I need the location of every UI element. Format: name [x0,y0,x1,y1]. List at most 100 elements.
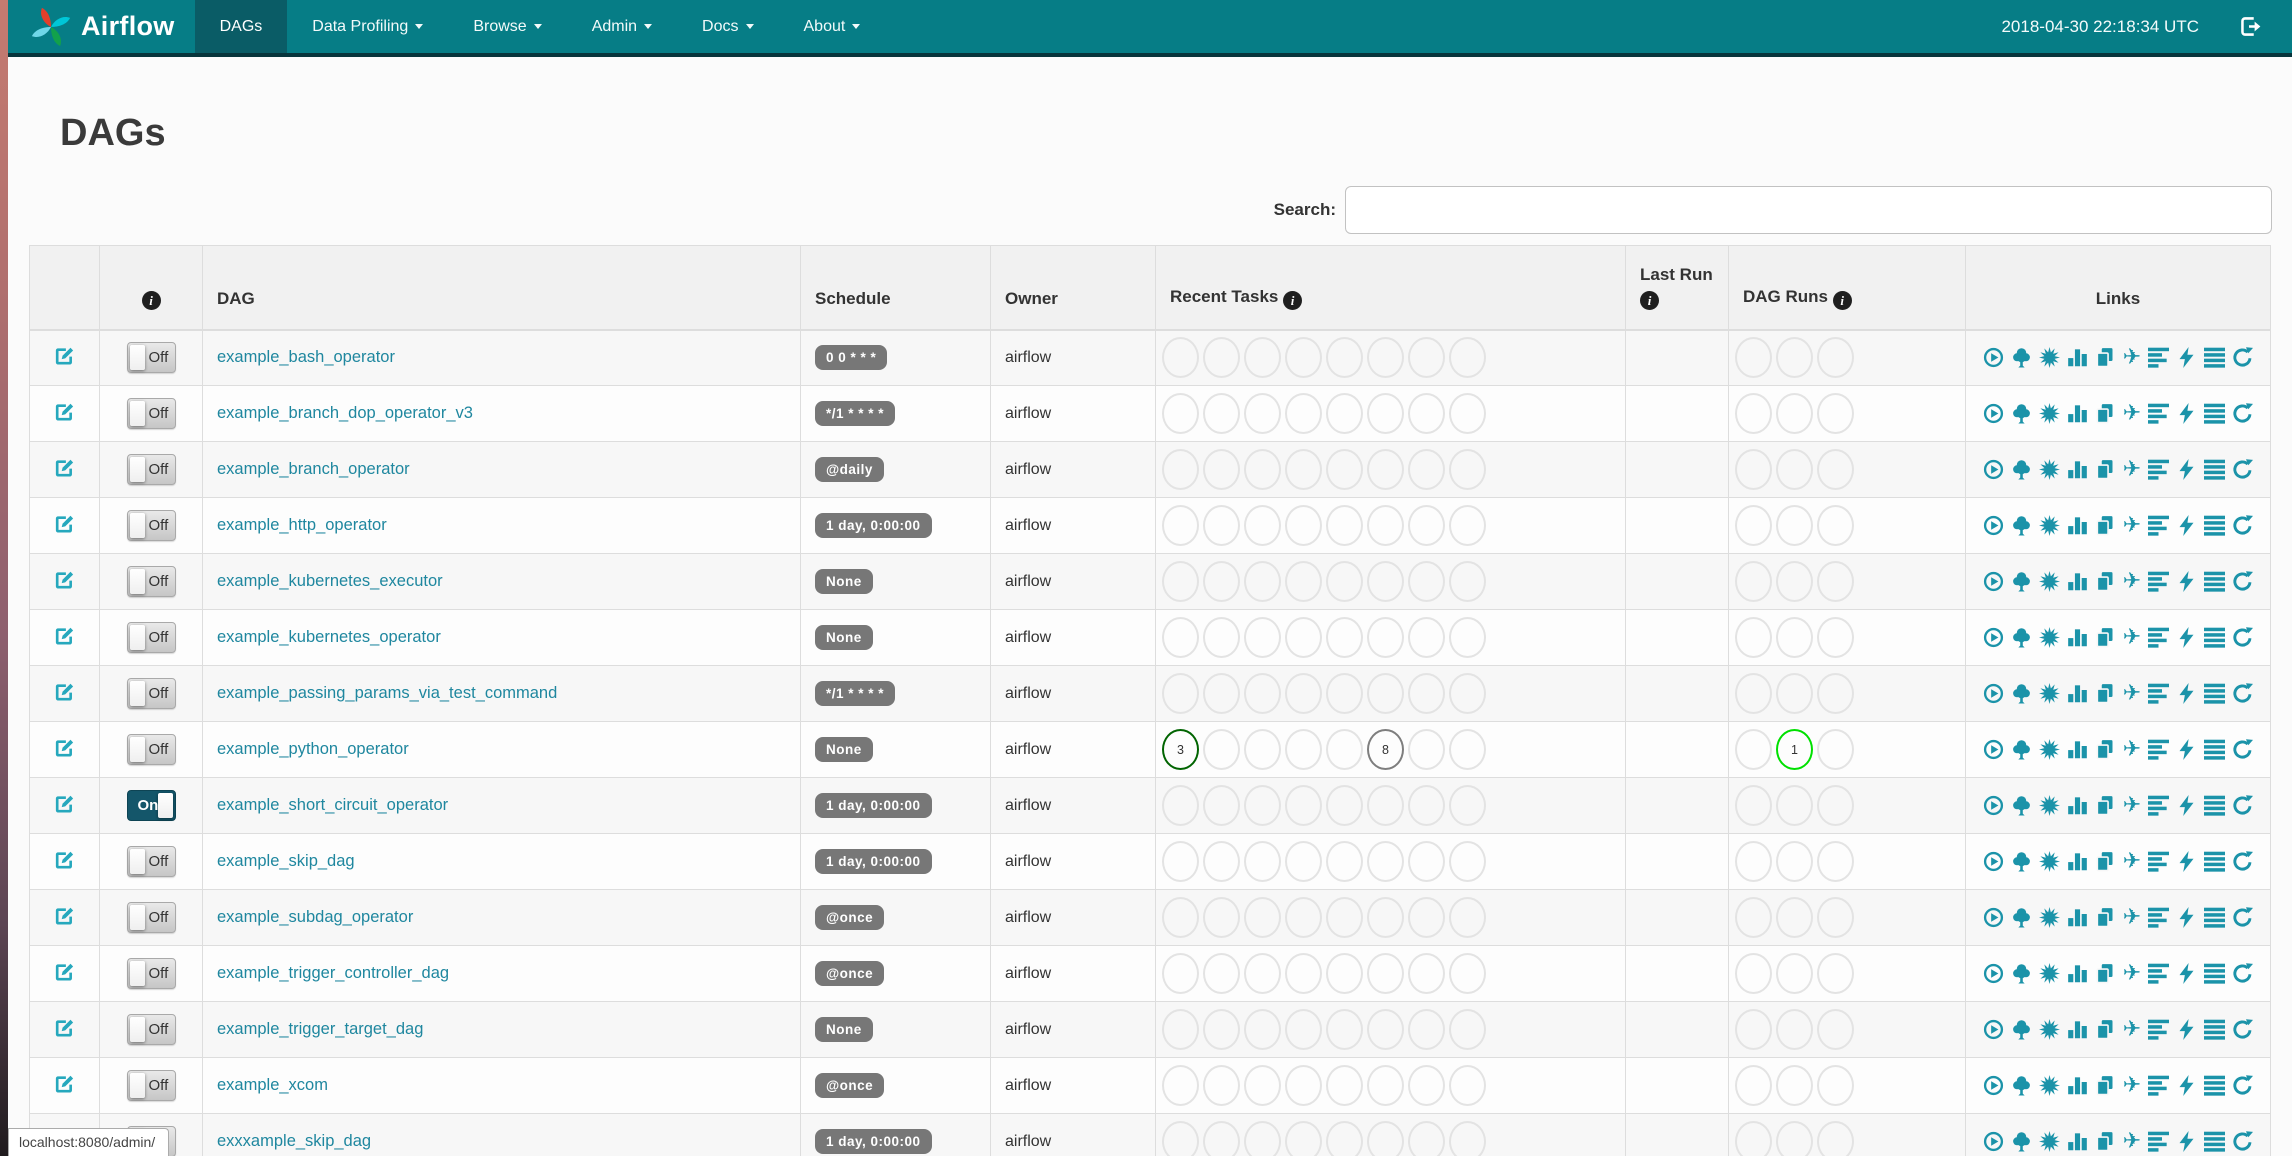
dag-details-icon[interactable] [2204,795,2226,816]
trigger-dag-icon[interactable] [1983,459,2004,480]
airflow-brand[interactable]: Airflow [8,0,195,53]
landing-times-icon[interactable]: ✈ [2123,403,2141,425]
trigger-dag-icon[interactable] [1983,851,2004,872]
trigger-dag-icon[interactable] [1983,795,2004,816]
task-duration-icon[interactable] [2067,1019,2088,1040]
code-view-icon[interactable] [2176,1131,2197,1152]
edit-dag-icon[interactable] [53,624,76,652]
landing-times-icon[interactable]: ✈ [2123,851,2141,873]
landing-times-icon[interactable]: ✈ [2123,515,2141,537]
task-duration-icon[interactable] [2067,963,2088,984]
tree-view-icon[interactable] [2011,1019,2032,1040]
dag-link[interactable]: example_bash_operator [217,348,395,366]
gantt-icon[interactable] [2148,571,2170,592]
nav-item-about[interactable]: About [779,0,886,53]
trigger-dag-icon[interactable] [1983,627,2004,648]
dag-details-icon[interactable] [2204,403,2226,424]
refresh-icon[interactable] [2232,1019,2254,1040]
nav-item-admin[interactable]: Admin [567,0,677,53]
task-duration-icon[interactable] [2067,739,2088,760]
graph-view-icon[interactable] [2038,515,2060,536]
pause-toggle[interactable]: Off [126,958,176,989]
graph-view-icon[interactable] [2038,1131,2060,1152]
task-tries-icon[interactable] [2095,515,2116,536]
graph-view-icon[interactable] [2038,683,2060,704]
gantt-icon[interactable] [2148,851,2170,872]
nav-item-docs[interactable]: Docs [677,0,778,53]
landing-times-icon[interactable]: ✈ [2123,1019,2141,1041]
refresh-icon[interactable] [2232,515,2254,536]
trigger-dag-icon[interactable] [1983,963,2004,984]
task-tries-icon[interactable] [2095,1075,2116,1096]
task-tries-icon[interactable] [2095,1019,2116,1040]
tree-view-icon[interactable] [2011,851,2032,872]
task-tries-icon[interactable] [2095,907,2116,928]
landing-times-icon[interactable]: ✈ [2123,1131,2141,1153]
edit-dag-icon[interactable] [53,904,76,932]
pause-toggle[interactable]: Off [126,622,176,653]
dag-link[interactable]: example_skip_dag [217,852,355,870]
graph-view-icon[interactable] [2038,459,2060,480]
edit-dag-icon[interactable] [53,1016,76,1044]
trigger-dag-icon[interactable] [1983,907,2004,928]
tree-view-icon[interactable] [2011,403,2032,424]
task-tries-icon[interactable] [2095,795,2116,816]
dag-link[interactable]: example_subdag_operator [217,908,413,926]
gantt-icon[interactable] [2148,963,2170,984]
dag-details-icon[interactable] [2204,627,2226,648]
graph-view-icon[interactable] [2038,963,2060,984]
dag-details-icon[interactable] [2204,851,2226,872]
dag-link[interactable]: exxxample_skip_dag [217,1132,371,1150]
edit-dag-icon[interactable] [53,400,76,428]
dag-details-icon[interactable] [2204,683,2226,704]
tree-view-icon[interactable] [2011,459,2032,480]
code-view-icon[interactable] [2176,515,2197,536]
tree-view-icon[interactable] [2011,739,2032,760]
refresh-icon[interactable] [2232,459,2254,480]
graph-view-icon[interactable] [2038,571,2060,592]
code-view-icon[interactable] [2176,1075,2197,1096]
dag-link[interactable]: example_http_operator [217,516,387,534]
dag-run-state-circle[interactable]: 1 [1776,729,1813,770]
task-duration-icon[interactable] [2067,683,2088,704]
pause-toggle[interactable]: Off [126,454,176,485]
graph-view-icon[interactable] [2038,1075,2060,1096]
task-tries-icon[interactable] [2095,571,2116,592]
pause-toggle[interactable]: On [126,790,176,821]
tree-view-icon[interactable] [2011,1075,2032,1096]
dag-details-icon[interactable] [2204,1019,2226,1040]
trigger-dag-icon[interactable] [1983,1075,2004,1096]
task-duration-icon[interactable] [2067,795,2088,816]
landing-times-icon[interactable]: ✈ [2123,683,2141,705]
graph-view-icon[interactable] [2038,795,2060,816]
graph-view-icon[interactable] [2038,627,2060,648]
edit-dag-icon[interactable] [53,344,76,372]
refresh-icon[interactable] [2232,627,2254,648]
edit-dag-icon[interactable] [53,568,76,596]
trigger-dag-icon[interactable] [1983,683,2004,704]
gantt-icon[interactable] [2148,683,2170,704]
trigger-dag-icon[interactable] [1983,347,2004,368]
code-view-icon[interactable] [2176,1019,2197,1040]
graph-view-icon[interactable] [2038,851,2060,872]
dag-details-icon[interactable] [2204,1131,2226,1152]
landing-times-icon[interactable]: ✈ [2123,347,2141,369]
gantt-icon[interactable] [2148,347,2170,368]
gantt-icon[interactable] [2148,739,2170,760]
landing-times-icon[interactable]: ✈ [2123,795,2141,817]
task-tries-icon[interactable] [2095,739,2116,760]
edit-dag-icon[interactable] [53,960,76,988]
graph-view-icon[interactable] [2038,1019,2060,1040]
edit-dag-icon[interactable] [53,1072,76,1100]
code-view-icon[interactable] [2176,739,2197,760]
refresh-icon[interactable] [2232,1131,2254,1152]
edit-dag-icon[interactable] [53,792,76,820]
gantt-icon[interactable] [2148,1019,2170,1040]
task-duration-icon[interactable] [2067,347,2088,368]
edit-dag-icon[interactable] [53,736,76,764]
tree-view-icon[interactable] [2011,907,2032,928]
trigger-dag-icon[interactable] [1983,515,2004,536]
task-tries-icon[interactable] [2095,347,2116,368]
code-view-icon[interactable] [2176,683,2197,704]
tree-view-icon[interactable] [2011,571,2032,592]
